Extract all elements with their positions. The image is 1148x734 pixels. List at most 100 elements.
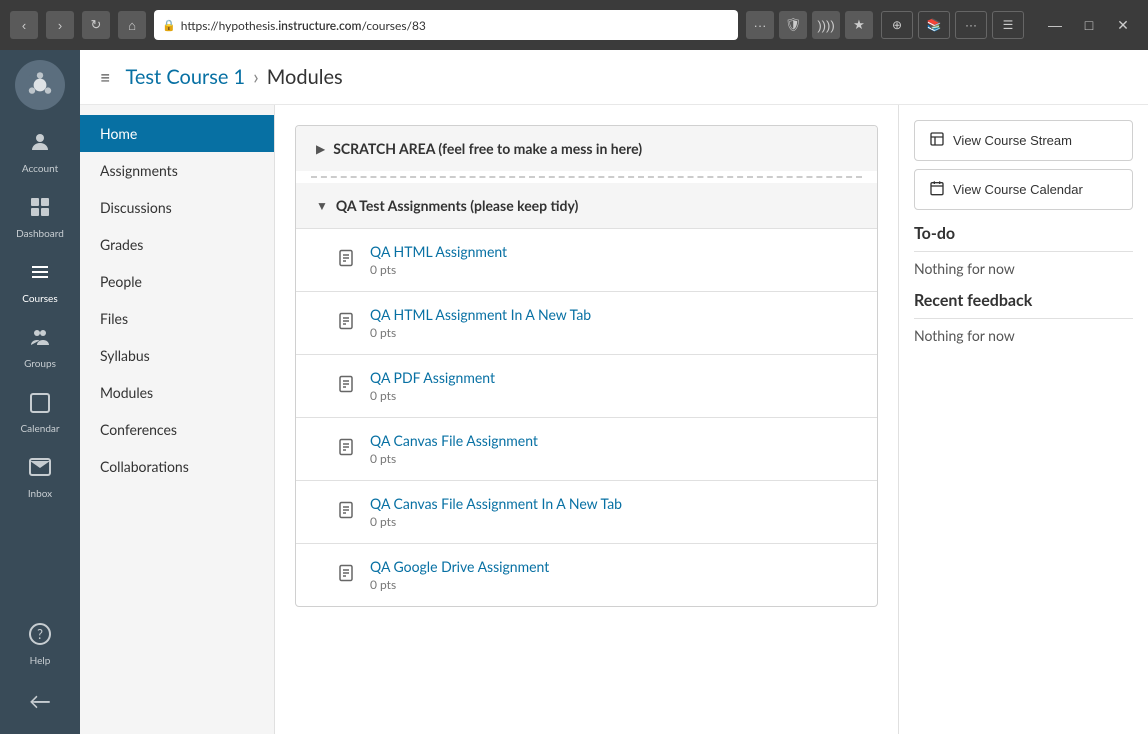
- breadcrumb-current: Modules: [267, 65, 343, 89]
- assignment-pts-3: 0 pts: [370, 451, 857, 466]
- extensions-button[interactable]: ···: [955, 11, 987, 39]
- nav-bottom: ? Help ←: [0, 612, 80, 734]
- breadcrumb-parent-link[interactable]: Test Course 1: [125, 65, 245, 89]
- assignment-pts-1: 0 pts: [370, 325, 857, 340]
- account-label: Account: [22, 163, 58, 175]
- forward-button[interactable]: ›: [46, 11, 74, 39]
- todo-section-title: To-do: [914, 224, 1133, 243]
- main-content: ▶ SCRATCH AREA (feel free to make a mess…: [275, 105, 898, 734]
- sidebar-item-account[interactable]: Account: [0, 120, 80, 185]
- menu-toggle-icon[interactable]: ≡: [100, 66, 110, 88]
- module-divider: [311, 176, 862, 178]
- more-options-button[interactable]: ···: [746, 11, 774, 39]
- course-nav-files[interactable]: Files: [80, 300, 274, 337]
- assignment-item-qa-canvas-file-new-tab: QA Canvas File Assignment In A New Tab 0…: [296, 480, 877, 543]
- course-nav-assignments[interactable]: Assignments: [80, 152, 274, 189]
- view-course-stream-button[interactable]: View Course Stream: [914, 120, 1133, 161]
- module-qa-header[interactable]: ▼ QA Test Assignments (please keep tidy): [296, 183, 877, 228]
- address-bar[interactable]: 🔒 https://hypothesis.instructure.com/cou…: [154, 10, 738, 40]
- assignment-icon-3: [336, 438, 356, 460]
- inbox-icon: [28, 455, 52, 484]
- course-nav-discussions[interactable]: Discussions: [80, 189, 274, 226]
- module-scratch-title: SCRATCH AREA (feel free to make a mess i…: [333, 140, 642, 157]
- view-course-calendar-label: View Course Calendar: [953, 182, 1083, 197]
- breadcrumb: Test Course 1 › Modules: [125, 65, 342, 89]
- hamburger-button[interactable]: ☰: [992, 11, 1024, 39]
- browser-chrome: ‹ › ↻ ⌂ 🔒 https://hypothesis.instructure…: [0, 0, 1148, 50]
- refresh-button[interactable]: ↻: [82, 11, 110, 39]
- browser-toolbar: ⊕ 📚 ··· ☰: [881, 11, 1024, 39]
- assignment-item-qa-google-drive: QA Google Drive Assignment 0 pts: [296, 543, 877, 606]
- course-nav-people[interactable]: People: [80, 263, 274, 300]
- assignment-item-qa-pdf: QA PDF Assignment 0 pts: [296, 354, 877, 417]
- assignment-item-qa-canvas-file: QA Canvas File Assignment 0 pts: [296, 417, 877, 480]
- sidebar-item-courses[interactable]: Courses: [0, 250, 80, 315]
- collapse-icon: ←: [29, 687, 51, 714]
- assignment-info-3: QA Canvas File Assignment 0 pts: [370, 432, 857, 466]
- module-qa-title: QA Test Assignments (please keep tidy): [336, 197, 579, 214]
- new-tab-button[interactable]: ⊕: [881, 11, 913, 39]
- assignment-link-3[interactable]: QA Canvas File Assignment: [370, 432, 538, 449]
- assignment-link-1[interactable]: QA HTML Assignment In A New Tab: [370, 306, 591, 323]
- inbox-label: Inbox: [28, 488, 52, 500]
- sidebar-item-groups[interactable]: Groups: [0, 315, 80, 380]
- bookmark-button[interactable]: ★: [845, 11, 873, 39]
- svg-text:?: ?: [37, 626, 43, 642]
- help-label: Help: [30, 655, 51, 667]
- content-area: Home Assignments Discussions Grades Peop…: [80, 105, 1148, 734]
- modules-container: ▶ SCRATCH AREA (feel free to make a mess…: [295, 125, 878, 607]
- rss-button[interactable]: )))): [812, 11, 840, 39]
- dashboard-label: Dashboard: [16, 228, 64, 240]
- back-button[interactable]: ‹: [10, 11, 38, 39]
- feedback-empty-text: Nothing for now: [914, 327, 1133, 344]
- shield-icon-btn[interactable]: 🛡: [779, 11, 807, 39]
- course-nav-collaborations[interactable]: Collaborations: [80, 448, 274, 485]
- groups-icon: [28, 325, 52, 354]
- feedback-section-title: Recent feedback: [914, 291, 1133, 310]
- sidebar-item-inbox[interactable]: Inbox: [0, 445, 80, 510]
- course-nav-home[interactable]: Home: [80, 115, 274, 152]
- sidebar-item-dashboard[interactable]: Dashboard: [0, 185, 80, 250]
- assignment-link-2[interactable]: QA PDF Assignment: [370, 369, 495, 386]
- module-scratch-header[interactable]: ▶ SCRATCH AREA (feel free to make a mess…: [296, 126, 877, 171]
- sidebar-button[interactable]: 📚: [918, 11, 950, 39]
- assignment-info-4: QA Canvas File Assignment In A New Tab 0…: [370, 495, 857, 529]
- sidebar-item-calendar[interactable]: Calendar: [0, 380, 80, 445]
- view-course-calendar-button[interactable]: View Course Calendar: [914, 169, 1133, 210]
- module-scratch-toggle: ▶: [316, 141, 325, 156]
- sidebar-item-help[interactable]: ? Help: [0, 612, 80, 677]
- app-container: Account Dashboard Courses Groups Calenda: [0, 50, 1148, 734]
- course-nav-syllabus[interactable]: Syllabus: [80, 337, 274, 374]
- maximize-button[interactable]: □: [1074, 11, 1104, 39]
- assignment-pts-5: 0 pts: [370, 577, 857, 592]
- assignment-info-5: QA Google Drive Assignment 0 pts: [370, 558, 857, 592]
- app-logo[interactable]: [15, 60, 65, 110]
- assignment-link-0[interactable]: QA HTML Assignment: [370, 243, 507, 260]
- assignment-item-qa-html: QA HTML Assignment 0 pts: [296, 228, 877, 291]
- course-nav-conferences[interactable]: Conferences: [80, 411, 274, 448]
- todo-divider: [914, 251, 1133, 252]
- home-button[interactable]: ⌂: [118, 11, 146, 39]
- dashboard-icon: [28, 195, 52, 224]
- course-nav-grades[interactable]: Grades: [80, 226, 274, 263]
- module-qa-toggle: ▼: [316, 198, 328, 213]
- assignment-item-qa-html-new-tab: QA HTML Assignment In A New Tab 0 pts: [296, 291, 877, 354]
- close-button[interactable]: ✕: [1108, 11, 1138, 39]
- assignment-icon-4: [336, 501, 356, 523]
- breadcrumb-separator: ›: [253, 65, 259, 89]
- calendar-label: Calendar: [20, 423, 59, 435]
- assignment-link-4[interactable]: QA Canvas File Assignment In A New Tab: [370, 495, 622, 512]
- courses-icon: [28, 260, 52, 289]
- lock-icon: 🔒: [162, 19, 176, 32]
- right-sidebar: View Course Stream View Course Calendar …: [898, 105, 1148, 734]
- help-icon: ?: [28, 622, 52, 651]
- minimize-button[interactable]: —: [1040, 11, 1070, 39]
- global-nav: Account Dashboard Courses Groups Calenda: [0, 50, 80, 734]
- course-stream-icon: [929, 131, 945, 150]
- course-nav-modules[interactable]: Modules: [80, 374, 274, 411]
- courses-label: Courses: [22, 293, 57, 305]
- window-controls: — □ ✕: [1040, 11, 1138, 39]
- browser-actions: ··· 🛡 )))) ★: [746, 11, 873, 39]
- collapse-nav-button[interactable]: ←: [0, 677, 80, 724]
- assignment-link-5[interactable]: QA Google Drive Assignment: [370, 558, 549, 575]
